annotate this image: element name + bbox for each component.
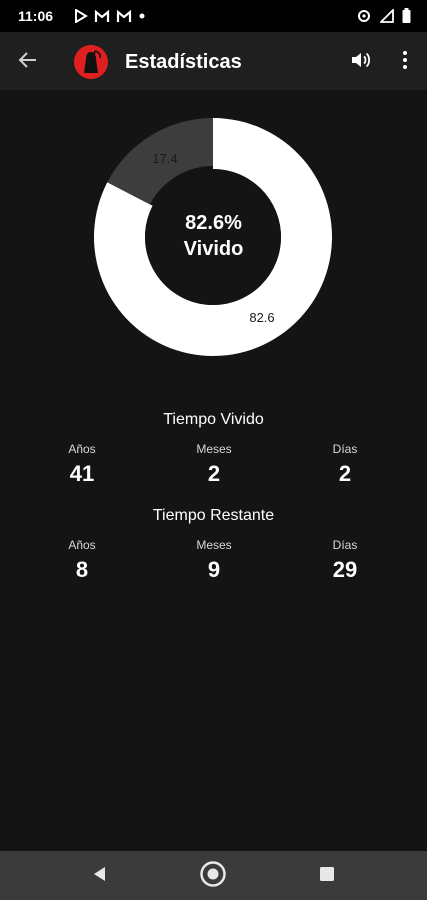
dot-icon xyxy=(138,12,146,20)
nav-back-button[interactable] xyxy=(86,863,112,889)
grim-reaper-logo xyxy=(74,45,108,79)
more-options-button[interactable] xyxy=(395,48,415,76)
play-store-icon xyxy=(74,9,88,23)
status-system-icons xyxy=(356,8,411,23)
life-donut-chart: 82.6 17.4 82.6% Vivido xyxy=(0,90,427,380)
remaining-years-label: Años xyxy=(68,538,96,552)
data-saver-icon xyxy=(356,9,372,23)
page-title: Estadísticas xyxy=(125,51,242,73)
battery-icon xyxy=(402,8,411,23)
lived-title: Tiempo Vivido xyxy=(163,411,264,428)
signal-icon xyxy=(380,8,394,23)
nav-recents-icon xyxy=(319,866,335,887)
status-time: 11:06 xyxy=(18,8,54,24)
donut-label-17.4: 17.4 xyxy=(152,151,177,166)
lived-days-value: 2 xyxy=(338,461,352,486)
status-notification-icons xyxy=(74,9,146,23)
remaining-title: Tiempo Restante xyxy=(152,507,275,524)
chart-center-percent: 82.6% xyxy=(185,212,242,234)
remaining-years-value: 8 xyxy=(75,557,89,582)
chart-center-label: Vivido xyxy=(183,238,244,260)
nav-home-button[interactable] xyxy=(200,860,226,889)
donut-label-82.6: 82.6 xyxy=(249,310,274,325)
remaining-months-value: 9 xyxy=(207,557,221,582)
lived-days-label: Días xyxy=(332,442,358,456)
app-bar: Estadísticas xyxy=(0,32,427,90)
lived-months-value: 2 xyxy=(207,461,221,486)
more-vert-icon xyxy=(402,50,408,75)
status-bar: 11:06 xyxy=(0,0,427,32)
lived-years-value: 41 xyxy=(69,461,95,486)
donut-chart-svg: 82.6 17.4 xyxy=(94,118,332,356)
arrow-back-icon xyxy=(18,51,38,74)
nav-back-icon xyxy=(91,865,107,888)
nav-recents-button[interactable] xyxy=(314,863,340,889)
system-nav-bar xyxy=(0,851,427,900)
gmail-icon xyxy=(116,9,132,23)
gmail-icon xyxy=(94,9,110,23)
volume-icon xyxy=(350,50,372,75)
lived-months-label: Meses xyxy=(196,442,232,456)
volume-button[interactable] xyxy=(347,48,375,76)
remaining-days-label: Días xyxy=(332,538,358,552)
remaining-days-value: 29 xyxy=(332,557,358,582)
lived-years-label: Años xyxy=(68,442,96,456)
remaining-months-label: Meses xyxy=(196,538,232,552)
back-button[interactable] xyxy=(12,46,44,78)
donut-hole xyxy=(145,169,281,305)
nav-home-icon xyxy=(199,860,227,893)
